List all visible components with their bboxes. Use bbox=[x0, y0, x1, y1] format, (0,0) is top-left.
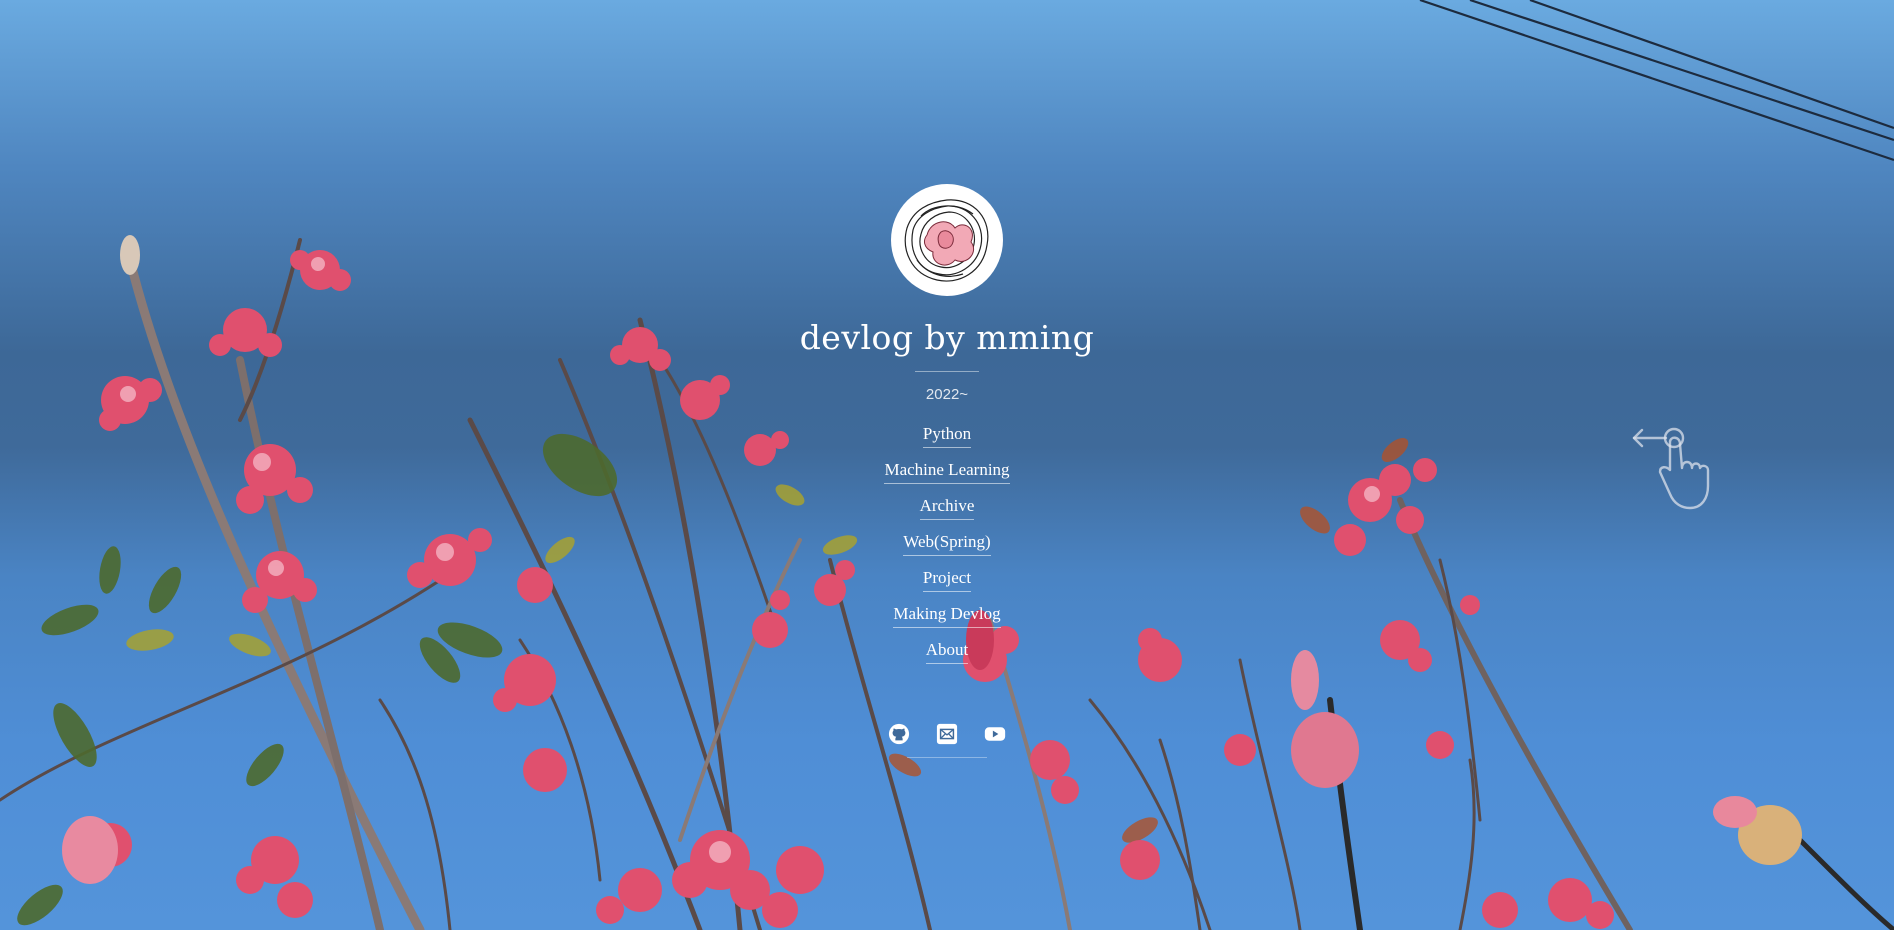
nav-item-project[interactable]: Project bbox=[922, 567, 972, 592]
youtube-icon bbox=[984, 727, 1006, 741]
nav-item-about[interactable]: About bbox=[925, 639, 969, 664]
mail-link[interactable] bbox=[936, 723, 958, 745]
github-icon bbox=[888, 723, 910, 745]
swipe-left-hand-icon bbox=[1632, 427, 1710, 510]
youtube-link[interactable] bbox=[984, 723, 1006, 745]
profile-panel: devlog by mming 2022~ Python Machine Lea… bbox=[797, 184, 1097, 758]
avatar[interactable] bbox=[891, 184, 1003, 296]
site-title[interactable]: devlog by mming bbox=[800, 318, 1095, 357]
main-nav: Python Machine Learning Archive Web(Spri… bbox=[884, 423, 1010, 675]
title-divider bbox=[915, 371, 979, 372]
social-divider bbox=[907, 757, 987, 758]
pink-flower-sketch-icon bbox=[904, 199, 989, 282]
nav-item-making-devlog[interactable]: Making Devlog bbox=[893, 603, 1001, 628]
swipe-hint[interactable] bbox=[1630, 424, 1710, 528]
nav-item-web-spring[interactable]: Web(Spring) bbox=[903, 531, 991, 556]
mail-icon bbox=[936, 723, 958, 745]
site-subtitle: 2022~ bbox=[925, 386, 969, 403]
nav-item-python[interactable]: Python bbox=[922, 423, 972, 448]
nav-item-archive[interactable]: Archive bbox=[919, 495, 975, 520]
nav-item-machine-learning[interactable]: Machine Learning bbox=[884, 459, 1010, 484]
social-links bbox=[888, 723, 1006, 745]
github-link[interactable] bbox=[888, 723, 910, 745]
